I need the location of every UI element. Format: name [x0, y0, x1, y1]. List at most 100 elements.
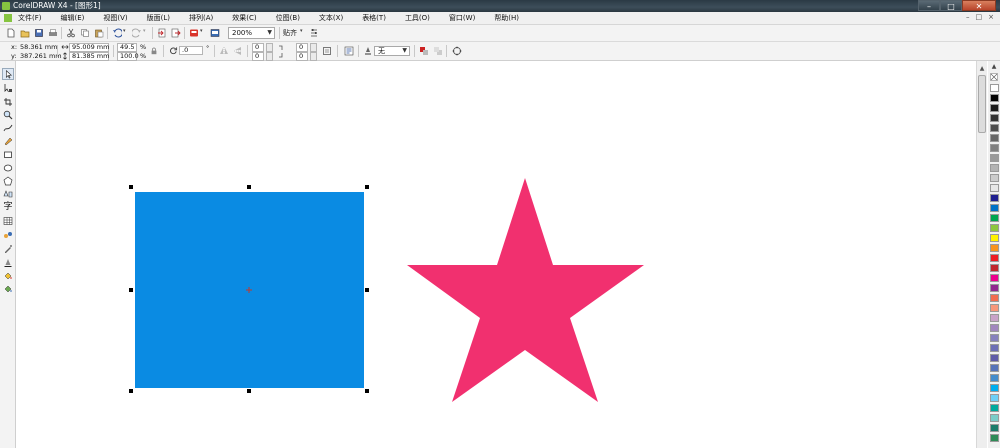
snap-to-button[interactable]: 贴齐 [283, 29, 297, 37]
handle-middle-left[interactable] [129, 288, 133, 292]
color-swatch[interactable] [990, 294, 999, 302]
launcher-dropdown-chevron-icon[interactable]: ▾ [200, 28, 210, 38]
color-swatch[interactable] [990, 224, 999, 232]
corner-radius-bottom-left-field[interactable]: 0 [252, 52, 264, 61]
convert-to-curves-icon[interactable] [452, 46, 462, 56]
doc-minimize-button[interactable]: – [966, 13, 970, 21]
redo-icon[interactable] [132, 28, 142, 38]
handle-top-center[interactable] [247, 185, 251, 189]
mirror-vertical-icon[interactable] [233, 46, 243, 56]
vertical-scrollbar[interactable]: ▲ [976, 61, 987, 448]
minimize-button[interactable]: – [918, 0, 940, 11]
color-swatch[interactable] [990, 414, 999, 422]
smart-fill-tool-icon[interactable] [3, 136, 13, 146]
print-icon[interactable] [48, 28, 58, 38]
color-swatch[interactable] [990, 274, 999, 282]
corner-spinner[interactable] [266, 52, 273, 61]
text-tool-icon[interactable]: 字 [3, 202, 13, 212]
menu-window[interactable]: 窗口(W) [449, 12, 475, 25]
color-swatch[interactable] [990, 144, 999, 152]
to-front-icon[interactable] [419, 46, 429, 56]
eyedropper-tool-icon[interactable] [3, 244, 13, 254]
handle-bottom-center[interactable] [247, 389, 251, 393]
corner-radius-bottom-right-field[interactable]: 0 [296, 52, 308, 61]
color-swatch[interactable] [990, 374, 999, 382]
width-field[interactable]: 95.009 mm [69, 43, 109, 52]
menu-effects[interactable]: 效果(C) [232, 12, 256, 25]
color-swatch[interactable] [990, 134, 999, 142]
color-swatch[interactable] [990, 264, 999, 272]
color-swatch[interactable] [990, 184, 999, 192]
wrap-paragraph-text-icon[interactable] [344, 46, 354, 56]
color-swatch[interactable] [990, 344, 999, 352]
undo-icon[interactable] [112, 28, 122, 38]
color-swatch[interactable] [990, 84, 999, 92]
menu-view[interactable]: 视图(V) [103, 12, 127, 25]
interactive-fill-tool-icon[interactable] [3, 284, 13, 294]
document-icon[interactable] [4, 14, 12, 22]
mirror-horizontal-icon[interactable] [219, 46, 229, 56]
color-swatch[interactable] [990, 424, 999, 432]
zoom-tool-icon[interactable] [3, 110, 13, 120]
table-tool-icon[interactable] [3, 216, 13, 226]
height-field[interactable]: 81.385 mm [69, 52, 109, 61]
polygon-tool-icon[interactable] [3, 176, 13, 186]
save-icon[interactable] [34, 28, 44, 38]
outline-tool-icon[interactable] [3, 258, 13, 268]
paste-icon[interactable] [94, 28, 104, 38]
application-launcher-icon[interactable] [189, 28, 199, 38]
color-swatch[interactable] [990, 304, 999, 312]
ellipse-tool-icon[interactable] [3, 163, 13, 173]
crop-tool-icon[interactable] [3, 97, 13, 107]
lock-ratio-icon[interactable] [150, 47, 158, 55]
menu-text[interactable]: 文本(X) [319, 12, 343, 25]
welcome-screen-icon[interactable] [210, 28, 220, 38]
freehand-tool-icon[interactable] [3, 123, 13, 133]
doc-restore-button[interactable]: □ [976, 13, 983, 21]
color-swatch[interactable] [990, 94, 999, 102]
menu-tools[interactable]: 工具(O) [405, 12, 430, 25]
color-swatch[interactable] [990, 244, 999, 252]
open-folder-icon[interactable] [20, 28, 30, 38]
menu-bitmaps[interactable]: 位图(B) [276, 12, 300, 25]
shape-tool-icon[interactable] [3, 83, 13, 93]
options-icon[interactable] [309, 28, 319, 38]
fill-tool-icon[interactable] [3, 271, 13, 281]
color-swatch[interactable] [990, 234, 999, 242]
color-swatch[interactable] [990, 324, 999, 332]
drawing-canvas[interactable] [16, 61, 976, 448]
color-swatch[interactable] [990, 114, 999, 122]
handle-bottom-right[interactable] [365, 389, 369, 393]
basic-shapes-tool-icon[interactable] [3, 189, 13, 199]
rotation-field[interactable]: .0 [179, 46, 203, 55]
color-swatch[interactable] [990, 404, 999, 412]
menu-table[interactable]: 表格(T) [362, 12, 386, 25]
color-swatch[interactable] [990, 124, 999, 132]
pink-star-shape[interactable] [407, 178, 644, 402]
close-button[interactable]: ✕ [962, 0, 996, 11]
interactive-blend-tool-icon[interactable] [3, 230, 13, 240]
palette-scroll-up-icon[interactable]: ▲ [990, 63, 998, 71]
color-swatch[interactable] [990, 284, 999, 292]
rectangle-tool-icon[interactable] [3, 150, 13, 160]
menu-help[interactable]: 帮助(H) [494, 12, 519, 25]
corner-radius-top-left-field[interactable]: 0 [252, 43, 264, 52]
to-back-icon[interactable] [433, 46, 443, 56]
round-corner-link-icon[interactable] [277, 43, 286, 60]
menu-edit[interactable]: 编辑(E) [61, 12, 85, 25]
export-icon[interactable] [171, 28, 181, 38]
corner-spinner[interactable] [310, 52, 317, 61]
import-icon[interactable] [157, 28, 167, 38]
color-swatch[interactable] [990, 314, 999, 322]
outline-width-select[interactable]: 无 ▼ [374, 46, 410, 56]
color-swatch[interactable] [990, 204, 999, 212]
color-swatch[interactable] [990, 194, 999, 202]
new-file-icon[interactable] [6, 28, 16, 38]
handle-top-left[interactable] [129, 185, 133, 189]
doc-close-button[interactable]: × [988, 13, 994, 21]
y-position-value[interactable]: 387.261 mm [20, 52, 62, 60]
x-position-value[interactable]: 58.361 mm [20, 43, 57, 51]
color-swatch[interactable] [990, 384, 999, 392]
scroll-up-arrow-icon[interactable]: ▲ [978, 65, 986, 73]
zoom-level-select[interactable]: 200% ▼ [228, 27, 275, 39]
